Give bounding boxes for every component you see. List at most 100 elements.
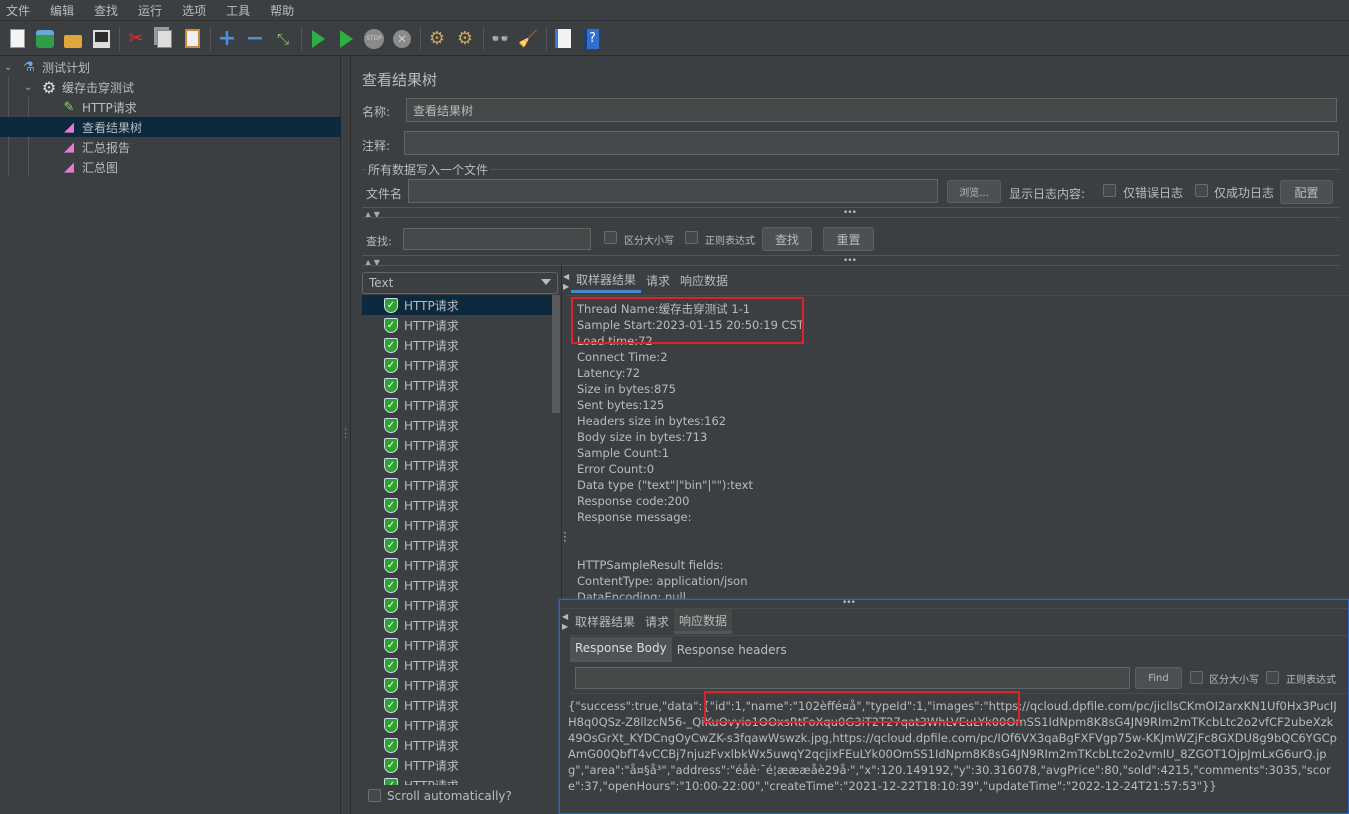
renderer-select[interactable]: Text — [362, 272, 558, 294]
result-item[interactable]: ✓ HTTP请求 — [362, 655, 552, 675]
toggle-icon[interactable]: ⤡ — [272, 28, 294, 50]
response-regex-checkbox[interactable] — [1266, 671, 1279, 684]
result-item[interactable]: ✓ HTTP请求 — [362, 755, 552, 775]
result-item[interactable]: ✓ HTTP请求 — [362, 695, 552, 715]
sampler-result-line: Sample Count:1 — [577, 446, 670, 460]
result-item[interactable]: ✓ HTTP请求 — [362, 595, 552, 615]
result-item[interactable]: ✓ HTTP请求 — [362, 555, 552, 575]
templates-icon[interactable] — [34, 28, 56, 50]
toolbar: ✂ + − ⤡ STOP ✕ ⚙ ⚙ 👓 🧹 ? — [0, 22, 1349, 56]
menu-run[interactable]: 运行 — [138, 2, 162, 19]
result-item[interactable]: ✓ HTTP请求 — [362, 635, 552, 655]
result-item[interactable]: ✓ HTTP请求 — [362, 315, 552, 335]
sampler-result-line: Connect Time:2 — [577, 350, 668, 364]
cut-icon[interactable]: ✂ — [125, 28, 147, 50]
tree-item-label: 缓存击穿测试 — [62, 80, 135, 95]
browse-button[interactable]: 浏览... — [947, 180, 1001, 203]
result-item[interactable]: ✓ HTTP请求 — [362, 335, 552, 355]
result-item[interactable]: ✓ HTTP请求 — [362, 775, 552, 785]
result-item[interactable]: ✓ HTTP请求 — [362, 355, 552, 375]
result-item[interactable]: ✓ HTTP请求 — [362, 475, 552, 495]
tree-item-thread-group[interactable]: ⌄ ⚙ 缓存击穿测试 — [24, 77, 134, 97]
expand-icon[interactable]: + — [216, 26, 238, 51]
result-item[interactable]: ✓ HTTP请求 — [362, 515, 552, 535]
shutdown-icon[interactable]: ✕ — [391, 28, 413, 50]
menu-search[interactable]: 查找 — [94, 2, 118, 19]
regex-checkbox[interactable] — [685, 231, 698, 244]
menu-edit[interactable]: 编辑 — [50, 2, 74, 19]
result-item-label: HTTP请求 — [404, 538, 459, 553]
copy-icon[interactable] — [153, 28, 175, 50]
response-find-button[interactable]: Find — [1135, 667, 1182, 689]
result-item[interactable]: ✓ HTTP请求 — [362, 395, 552, 415]
start-no-pause-icon[interactable] — [335, 28, 357, 50]
split-arrows[interactable]: ◀ ▶ — [562, 612, 568, 632]
result-item[interactable]: ✓ HTTP请求 — [362, 715, 552, 735]
response-search-input[interactable] — [575, 667, 1130, 689]
tree-item-test-plan[interactable]: ⌄ ⚗ 测试计划 — [4, 57, 90, 77]
stop-icon[interactable]: STOP — [363, 28, 385, 50]
scrollbar-thumb[interactable] — [552, 295, 560, 413]
start-icon[interactable] — [307, 28, 329, 50]
name-input[interactable]: 查看结果树 — [406, 98, 1337, 122]
scroll-automatically-checkbox[interactable] — [368, 789, 381, 802]
clear-icon[interactable]: ⚙ — [426, 28, 448, 50]
tab-request[interactable]: 请求 — [641, 268, 675, 293]
tree-item-http-request[interactable]: ✎ HTTP请求 — [60, 97, 137, 117]
filename-input[interactable] — [408, 179, 938, 203]
result-item[interactable]: ✓ HTTP请求 — [362, 535, 552, 555]
tab-response-headers[interactable]: Response headers — [672, 637, 792, 662]
reset-search-icon[interactable]: 🧹 — [517, 28, 539, 50]
chevron-down-icon[interactable]: ⌄ — [4, 62, 20, 73]
result-item[interactable]: ✓ HTTP请求 — [362, 675, 552, 695]
errors-only-checkbox[interactable] — [1103, 184, 1116, 197]
split-arrows[interactable]: ◀ ▶ — [563, 272, 569, 292]
tree-item-view-results-tree[interactable]: ◢ 查看结果树 — [0, 117, 341, 137]
open-icon[interactable] — [62, 28, 84, 50]
comment-input[interactable] — [404, 131, 1339, 155]
chevron-down-icon[interactable]: ⌄ — [24, 82, 40, 93]
menu-help[interactable]: 帮助 — [270, 2, 294, 19]
result-item[interactable]: ✓ HTTP请求 — [362, 495, 552, 515]
configure-button[interactable]: 配置 — [1280, 180, 1333, 204]
result-item[interactable]: ✓ HTTP请求 — [362, 455, 552, 475]
result-item[interactable]: ✓ HTTP请求 — [362, 295, 552, 315]
sampler-result-line — [577, 541, 1347, 557]
tree-line — [28, 97, 29, 177]
tab-sampler-result[interactable]: 取样器结果 — [571, 268, 642, 293]
result-item[interactable]: ✓ HTTP请求 — [362, 415, 552, 435]
success-only-checkbox[interactable] — [1195, 184, 1208, 197]
tree-item-summary-report[interactable]: ◢ 汇总报告 — [60, 137, 130, 157]
tab-response-data[interactable]: 响应数据 — [675, 268, 733, 293]
result-item[interactable]: ✓ HTTP请求 — [362, 375, 552, 395]
split-handle[interactable]: ••• — [842, 598, 856, 608]
search-icon[interactable]: 👓 — [489, 28, 511, 50]
result-item[interactable]: ✓ HTTP请求 — [362, 735, 552, 755]
menu-options[interactable]: 选项 — [182, 2, 206, 19]
find-button[interactable]: 查找 — [762, 227, 812, 251]
clear-all-icon[interactable]: ⚙ — [454, 28, 476, 50]
response-case-checkbox[interactable] — [1190, 671, 1203, 684]
paste-icon[interactable] — [181, 28, 203, 50]
help-icon[interactable]: ? — [580, 28, 602, 50]
save-icon[interactable] — [90, 28, 112, 50]
new-icon[interactable] — [6, 28, 28, 50]
result-item[interactable]: ✓ HTTP请求 — [362, 435, 552, 455]
function-helper-icon[interactable] — [552, 28, 574, 50]
search-input[interactable] — [403, 228, 591, 250]
result-item[interactable]: ✓ HTTP请求 — [362, 615, 552, 635]
result-item[interactable]: ✓ HTTP请求 — [362, 575, 552, 595]
tab-request[interactable]: 请求 — [640, 609, 674, 634]
split-handle[interactable]: · · · — [563, 527, 567, 547]
menu-tools[interactable]: 工具 — [226, 2, 250, 19]
menu-file[interactable]: 文件 — [6, 2, 30, 19]
case-sensitive-checkbox[interactable] — [604, 231, 617, 244]
success-shield-icon: ✓ — [384, 577, 398, 593]
tree-item-summary-graph[interactable]: ◢ 汇总图 — [60, 157, 118, 177]
tab-response-data[interactable]: 响应数据 — [674, 609, 733, 634]
collapse-icon[interactable]: − — [244, 26, 266, 51]
tab-response-body[interactable]: Response Body — [570, 637, 672, 662]
tab-sampler-result[interactable]: 取样器结果 — [570, 609, 640, 634]
reset-button[interactable]: 重置 — [823, 227, 874, 251]
main-split-handle[interactable]: · · · — [341, 57, 351, 814]
